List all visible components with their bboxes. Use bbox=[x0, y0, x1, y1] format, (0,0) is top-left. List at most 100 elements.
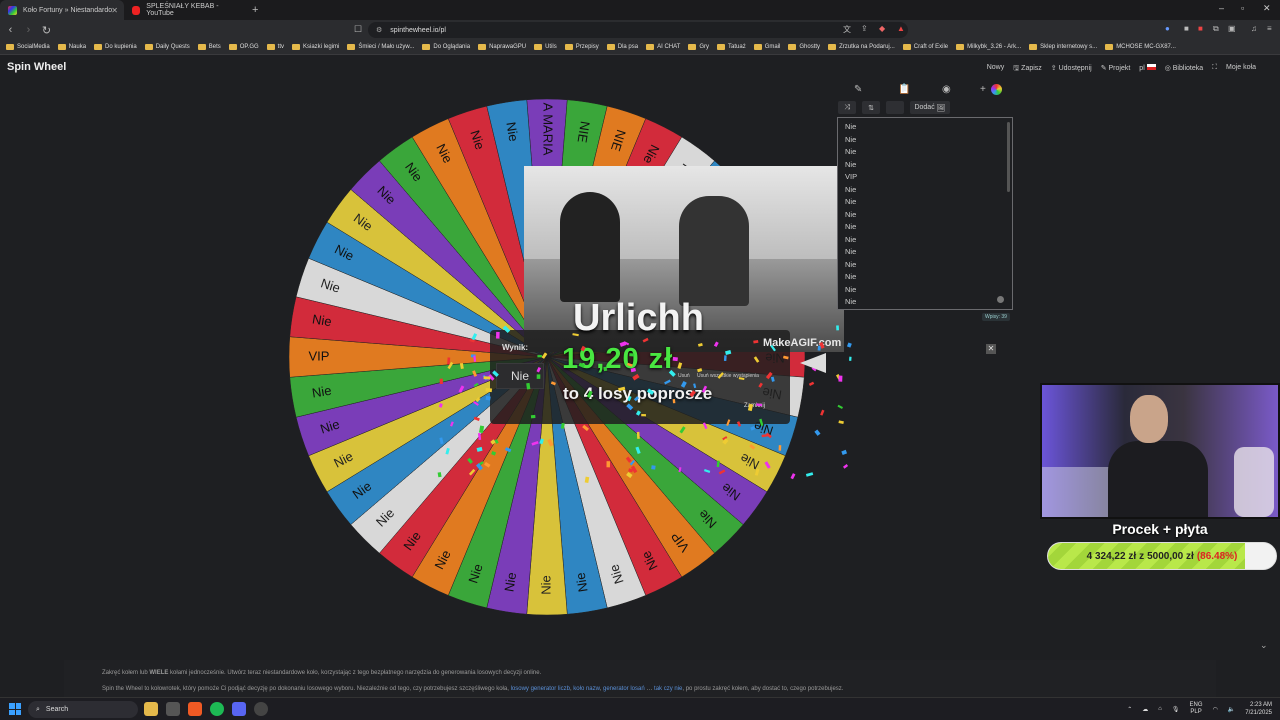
share-icon[interactable]: ⇪ bbox=[861, 24, 868, 33]
bookmark-item[interactable]: Do kupienia bbox=[94, 44, 137, 50]
entry-line: Nie bbox=[845, 184, 857, 194]
bookmark-item[interactable]: Zrzutka na Podaruj... bbox=[828, 44, 895, 50]
entries-textarea[interactable]: Nie Nie Nie Nie VIP Nie Nie Nie Nie Nie Nie Nie Nie N… bbox=[837, 117, 1013, 310]
bookmark-item[interactable]: OP.GG bbox=[228, 44, 259, 50]
entry-list: Nie Nie Nie Nie VIP Nie Nie Nie Nie Nie Nie Nie Nie N… bbox=[845, 121, 1005, 309]
bookmark-item[interactable]: Craft of Exile bbox=[902, 44, 949, 50]
microphone-icon[interactable]: 🎙 bbox=[1172, 706, 1180, 713]
bookmark-icon[interactable]: ☐ bbox=[354, 24, 362, 35]
entry-line: Nie bbox=[845, 284, 857, 294]
discord-icon[interactable] bbox=[232, 702, 246, 716]
menu-share[interactable]: ⇪ Udostępnij bbox=[1051, 64, 1092, 75]
menu-my-wheels[interactable]: Moje koła bbox=[1226, 64, 1256, 75]
cloud-icon[interactable]: ☁ bbox=[1142, 706, 1148, 713]
translate-icon[interactable]: 文 bbox=[843, 24, 851, 35]
bookmark-label: Craft of Exile bbox=[913, 44, 949, 50]
windows-start-icon[interactable] bbox=[9, 703, 21, 715]
remove-all-button[interactable]: Usuń wszystkie wystąpienia bbox=[697, 373, 759, 379]
sidebar-icon[interactable]: ▣ bbox=[1228, 24, 1236, 33]
wheel-segment-label: VIP bbox=[309, 348, 330, 363]
extensions-menu-icon[interactable]: ⧉ bbox=[1213, 24, 1219, 34]
footer-bold: WIELE bbox=[149, 670, 169, 676]
minimize-icon[interactable]: – bbox=[1219, 3, 1224, 13]
fullscreen-icon[interactable]: ⛶ bbox=[1212, 64, 1217, 75]
menu-new[interactable]: Nowy bbox=[987, 64, 1005, 75]
entry-line: Nie bbox=[845, 247, 857, 256]
bookmark-item[interactable]: Bets bbox=[197, 44, 221, 50]
site-info-icon[interactable]: ⚙ bbox=[376, 26, 382, 34]
media-icon[interactable]: ♫ bbox=[1251, 24, 1257, 33]
gif-person-left bbox=[560, 192, 620, 302]
app-icon[interactable] bbox=[166, 702, 180, 716]
bookmark-item[interactable]: SocialMedia bbox=[6, 44, 50, 50]
footer-link[interactable]: generator losań bbox=[603, 686, 645, 692]
bookmark-item[interactable]: MCHOSE MC-GX87... bbox=[1105, 44, 1176, 50]
clipboard-icon[interactable]: 📋 bbox=[898, 84, 910, 95]
new-tab-icon[interactable]: + bbox=[252, 4, 258, 16]
address-bar[interactable]: ⚙ spinthewheel.io/pl bbox=[368, 22, 908, 38]
folder-icon bbox=[828, 44, 837, 50]
close-window-icon[interactable]: ✕ bbox=[1263, 3, 1271, 14]
wifi-icon[interactable]: ◠ bbox=[1213, 706, 1218, 713]
tab-wheel[interactable]: Koło Fortuny » Niestandardo ✕ bbox=[0, 0, 124, 20]
brave-shield-icon[interactable]: ◆ bbox=[879, 24, 885, 33]
menu-language[interactable]: pl bbox=[1139, 64, 1156, 75]
scrollbar[interactable] bbox=[1007, 122, 1010, 192]
footer-link[interactable]: koło nazw bbox=[573, 686, 599, 692]
menu-icon[interactable]: ≡ bbox=[1267, 24, 1272, 33]
chevron-down-icon[interactable]: ⌄ bbox=[1260, 640, 1268, 651]
shuffle-icon[interactable]: ⤨ bbox=[838, 101, 856, 114]
bookmark-item[interactable]: Milkybk_3.26 - Ark... bbox=[956, 44, 1021, 50]
footer-link[interactable]: losowy generator liczb bbox=[511, 686, 570, 692]
footer-link[interactable]: tak czy nie bbox=[654, 686, 682, 692]
network-icon[interactable]: ⌂ bbox=[1158, 706, 1162, 712]
extension-icon[interactable]: ■ bbox=[1184, 24, 1189, 33]
menu-project[interactable]: ✎ Projekt bbox=[1101, 64, 1131, 75]
entries-menu-icon[interactable] bbox=[997, 296, 1004, 303]
maximize-icon[interactable]: ▫ bbox=[1241, 3, 1244, 13]
back-icon[interactable]: ‹ bbox=[3, 24, 18, 36]
url-text: spinthewheel.io/pl bbox=[390, 26, 446, 34]
sort-icon[interactable]: ⇅ bbox=[862, 101, 880, 114]
add-icon[interactable]: + bbox=[980, 84, 986, 95]
menu-save[interactable]: 🖫 Zapisz bbox=[1013, 64, 1042, 75]
tab-youtube[interactable]: SPLEŚNIAŁY KEBAB - YouTube bbox=[124, 0, 248, 20]
volume-icon[interactable]: 🔈 bbox=[1228, 706, 1235, 713]
close-icon[interactable]: ✕ bbox=[986, 344, 996, 354]
remove-button[interactable]: Usuń bbox=[678, 373, 690, 379]
clock[interactable]: 2:23 AM 7/21/2025 bbox=[1245, 701, 1272, 717]
file-explorer-icon[interactable] bbox=[144, 702, 158, 716]
eye-hide-icon[interactable]: ◉ bbox=[942, 84, 951, 95]
bookmark-label: SocialMedia bbox=[17, 44, 50, 50]
tab-title: Koło Fortuny » Niestandardo bbox=[23, 6, 113, 14]
poland-flag-icon bbox=[1146, 64, 1156, 70]
close-dialog-button[interactable]: Zamknij bbox=[744, 403, 765, 409]
bookmark-label: Nauka bbox=[68, 44, 87, 50]
spotify-icon[interactable] bbox=[210, 702, 224, 716]
language-indicator[interactable]: ENG PLP bbox=[1190, 702, 1203, 716]
lang-code: ENG bbox=[1189, 702, 1203, 708]
brave-browser-icon[interactable] bbox=[188, 702, 202, 716]
menu-label: pl bbox=[1139, 65, 1145, 72]
taskbar-search[interactable]: ⌕ Search bbox=[28, 701, 138, 718]
forward-icon[interactable]: › bbox=[21, 24, 36, 36]
extension-icon[interactable]: ■ bbox=[1198, 24, 1203, 33]
reload-icon[interactable]: ↻ bbox=[39, 24, 54, 37]
tool-placeholder[interactable] bbox=[886, 101, 904, 114]
bookmark-item[interactable]: Sklep internetowy s... bbox=[1029, 44, 1097, 50]
bookmark-item[interactable]: Nauka bbox=[57, 44, 87, 50]
brave-rewards-icon[interactable]: ▲ bbox=[897, 24, 905, 33]
tray-chevron-icon[interactable]: ⌃ bbox=[1127, 706, 1132, 713]
folder-icon bbox=[902, 44, 911, 50]
menu-library[interactable]: ◎ Biblioteka bbox=[1165, 64, 1203, 75]
close-tab-icon[interactable]: ✕ bbox=[111, 6, 118, 15]
bookmark-item[interactable]: Daily Quests bbox=[144, 44, 190, 50]
bookmark-item[interactable]: ttv bbox=[266, 44, 284, 50]
site-logo[interactable]: Spin Wheel bbox=[7, 61, 66, 73]
extension-icon[interactable]: ● bbox=[1165, 24, 1170, 33]
color-wheel-icon[interactable] bbox=[991, 84, 1002, 95]
pencil-icon[interactable]: ✎ bbox=[854, 84, 862, 95]
folder-icon bbox=[144, 44, 153, 50]
add-image-button[interactable]: Dodać 🖼 bbox=[910, 101, 950, 114]
obs-icon[interactable] bbox=[254, 702, 268, 716]
